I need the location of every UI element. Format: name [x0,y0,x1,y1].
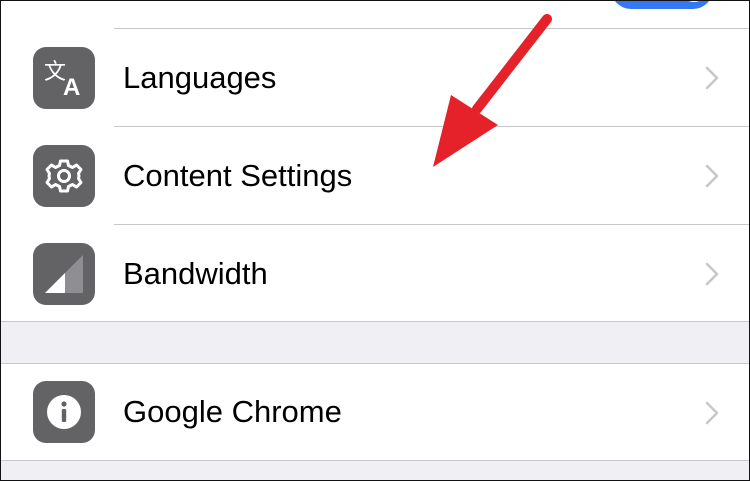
settings-item-google-chrome[interactable]: Google Chrome [1,364,749,462]
svg-text:A: A [63,74,80,101]
settings-item-label: Content Settings [123,158,353,193]
settings-group-about: Google Chrome [1,363,749,461]
gear-icon [33,145,95,207]
settings-item-content-settings[interactable]: Content Settings [1,127,749,225]
settings-group-main: 文 A Languages Content Settings Bandwidth [1,1,749,323]
toggle-knob [679,1,709,2]
settings-item-label: Bandwidth [123,256,268,291]
settings-item-label: Google Chrome [123,394,342,429]
chevron-right-icon [705,66,719,90]
previous-row-toggle[interactable] [611,1,713,9]
settings-item-bandwidth[interactable]: Bandwidth [1,225,749,323]
settings-screen: 文 A Languages Content Settings Bandwidth… [0,0,750,481]
signal-bars-icon [33,243,95,305]
info-icon [33,381,95,443]
chevron-right-icon [705,401,719,425]
chevron-right-icon [705,164,719,188]
chevron-right-icon [705,262,719,286]
settings-item-languages[interactable]: 文 A Languages [1,29,749,127]
translate-icon: 文 A [33,47,95,109]
settings-item-label: Languages [123,60,277,95]
